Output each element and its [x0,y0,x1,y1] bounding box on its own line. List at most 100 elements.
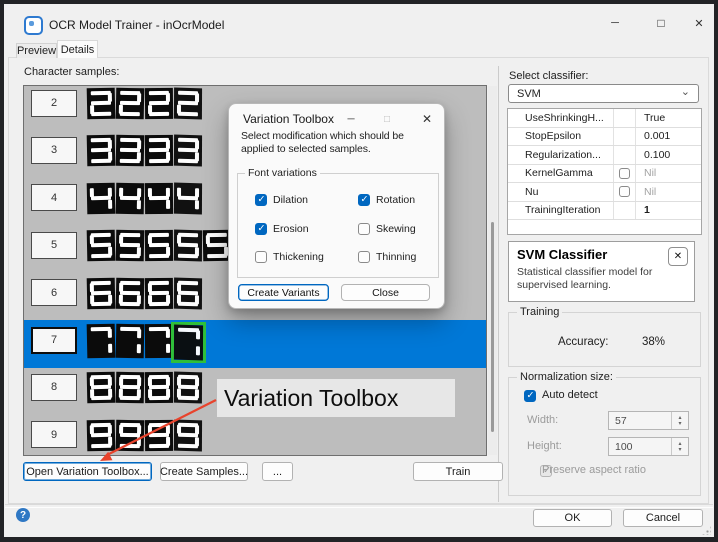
variation-checkbox-rotation[interactable]: Rotation [358,194,415,206]
variation-checkbox-skewing[interactable]: Skewing [358,223,416,235]
parameter-value[interactable]: True [636,112,701,124]
open-variation-toolbox-button[interactable]: Open Variation Toolbox... [23,462,152,481]
variation-checkbox-thinning[interactable]: Thinning [358,251,416,263]
sample-tile-3[interactable] [87,135,116,167]
cancel-button[interactable]: Cancel [623,509,703,527]
segment [137,344,141,353]
minimize-button[interactable]: ─ [600,12,630,34]
checkbox-box[interactable] [358,194,370,206]
select-classifier-label: Select classifier: [509,70,588,82]
create-samples-button[interactable]: Create Samples... [160,462,248,481]
sample-tile-2[interactable] [145,88,173,119]
sample-row-label-5[interactable]: 5 [31,232,77,259]
sample-row-label-8[interactable]: 8 [31,374,77,401]
segment [148,389,152,398]
sample-tile-8[interactable] [116,372,145,404]
maximize-button[interactable]: □ [646,12,676,34]
stepper-arrows-icon[interactable]: ▴▾ [671,412,688,429]
segment [178,101,198,106]
parameter-value[interactable]: 0.100 [636,149,701,161]
parameter-row[interactable]: TrainingIteration1 [508,202,701,221]
parameter-row[interactable]: KernelGammaNil [508,165,701,184]
sample-tile-3[interactable] [145,135,173,166]
sample-tile-5[interactable] [145,230,173,261]
sample-row-label-6[interactable]: 6 [31,279,77,306]
sample-tile-4[interactable] [116,183,145,215]
sample-tile-5[interactable] [87,230,116,262]
sample-tile-7[interactable] [174,324,203,360]
checkbox-box[interactable] [255,194,267,206]
sample-tile-4[interactable] [87,183,116,215]
sample-tile-2[interactable] [116,88,145,120]
sample-tile-4[interactable] [174,182,202,214]
variation-checkbox-erosion[interactable]: Erosion [255,223,309,235]
dialog-close-button[interactable]: ✕ [415,110,439,128]
close-button[interactable]: ✕ [684,12,714,34]
stepper-arrows-icon[interactable]: ▴▾ [671,438,688,455]
variation-checkbox-thickening[interactable]: Thickening [255,251,324,263]
sample-tile-7[interactable] [116,324,145,359]
height-stepper[interactable]: 100 ▴▾ [608,437,689,456]
parameter-value[interactable]: Nil [636,186,701,198]
sample-row-label-4[interactable]: 4 [31,184,77,211]
sample-row-label-2[interactable]: 2 [31,90,77,117]
segment [108,329,112,338]
sample-tile-3[interactable] [116,135,145,167]
parameter-value[interactable]: 0.001 [636,130,701,142]
parameter-value[interactable]: 1 [636,204,701,216]
sample-row-label-9[interactable]: 9 [31,421,77,448]
parameter-checkbox[interactable] [619,186,630,197]
scrollbar-thumb[interactable] [491,222,494,432]
more-options-button[interactable]: ... [262,462,293,481]
sample-tile-5[interactable] [116,230,145,262]
sample-tile-5[interactable] [203,230,232,261]
sample-row-label-7[interactable]: 7 [31,327,77,354]
checkbox-box[interactable] [358,251,370,263]
create-variants-button[interactable]: Create Variants [238,284,329,301]
parameter-row[interactable]: StopEpsilon0.001 [508,128,701,147]
selected-sample-outline[interactable] [171,322,206,363]
checkbox-box[interactable] [255,223,267,235]
parameter-row[interactable]: UseShrinkingH...True [508,109,701,128]
auto-detect-checkbox[interactable] [524,390,536,402]
sample-tile-6[interactable] [87,277,116,309]
tab-details[interactable]: Details [57,40,98,58]
tab-preview[interactable]: Preview [16,43,57,58]
sample-row-label-3[interactable]: 3 [31,137,77,164]
classifier-dropdown[interactable]: SVM ⌄ [508,84,699,103]
sample-tile-7[interactable] [87,324,116,359]
dialog-close-action-button[interactable]: Close [341,284,430,301]
checkbox-box[interactable] [358,223,370,235]
help-icon[interactable]: ? [16,508,30,522]
variation-checkbox-dilation[interactable]: Dilation [255,194,308,206]
parameter-row[interactable]: Regularization...0.100 [508,146,701,165]
sample-tile-7[interactable] [145,324,173,358]
sample-tile-8[interactable] [174,372,202,404]
dialog-description: Select modification which should be appl… [241,130,439,156]
sample-tile-9[interactable] [145,420,173,451]
sample-tile-9[interactable] [116,420,145,452]
sample-tile-5[interactable] [174,230,202,262]
info-close-button[interactable]: ✕ [668,247,688,266]
sample-tile-8[interactable] [87,372,116,404]
dialog-minimize-button[interactable]: ─ [339,110,363,128]
checkbox-box[interactable] [255,251,267,263]
ok-button[interactable]: OK [533,509,612,527]
sample-tile-2[interactable] [174,88,202,120]
train-button[interactable]: Train [413,462,503,481]
segment [91,433,111,437]
parameter-checkbox[interactable] [619,168,630,179]
parameter-row[interactable]: NuNil [508,183,701,202]
sample-tile-9[interactable] [87,420,116,452]
parameter-value[interactable]: Nil [636,167,701,179]
sample-tile-8[interactable] [145,372,173,403]
sample-tile-3[interactable] [174,135,202,167]
sample-tile-6[interactable] [145,277,173,308]
sample-tile-6[interactable] [174,277,202,309]
sample-tile-6[interactable] [116,277,145,309]
classifier-parameter-table[interactable]: UseShrinkingH...TrueStopEpsilon0.001Regu… [507,108,702,235]
width-stepper[interactable]: 57 ▴▾ [608,411,689,430]
sample-tile-4[interactable] [145,183,173,214]
sample-tile-9[interactable] [174,419,202,451]
sample-tile-2[interactable] [87,88,116,120]
